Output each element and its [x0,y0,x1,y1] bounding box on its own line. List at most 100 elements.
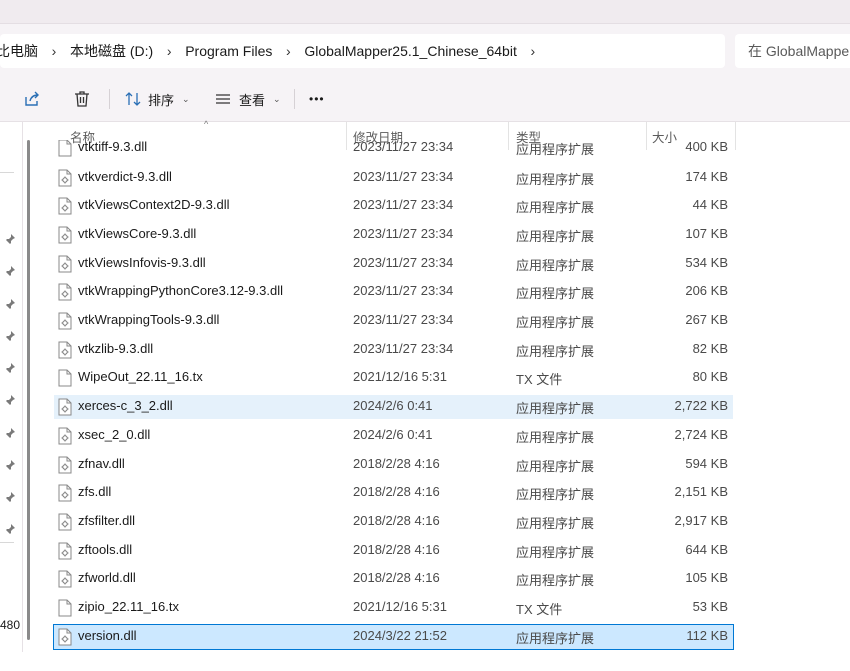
breadcrumb-program-files[interactable]: Program Files [185,43,272,59]
table-row[interactable]: vtkViewsCore-9.3.dll 2023/11/27 23:34 应用程序… [54,223,733,247]
file-date: 2024/3/22 21:52 [353,627,447,643]
file-type: 应用程序扩展 [516,257,595,273]
file-name: zfsfilter.dll [78,512,136,528]
dll-file-icon [58,312,72,330]
table-row[interactable]: zftools.dll 2018/2/28 4:16 应用程序扩展 644 KB [54,539,733,563]
table-row[interactable]: xsec_2_0.dll 2024/2/6 0:41 应用程序扩展 2,724 KB [54,424,733,448]
file-type: 应用程序扩展 [516,401,595,417]
file-type: 应用程序扩展 [516,515,595,531]
file-type: 应用程序扩展 [516,315,595,330]
file-date: 2023/11/27 23:34 [353,225,454,241]
sort-icon [125,92,141,106]
file-name: vtkViewsCore-9.3.dll [78,225,197,241]
breadcrumb[interactable]: 比电脑 › 本地磁盘 (D:) › Program Files › Global… [0,34,725,68]
file-date: 2023/11/27 23:34 [353,197,454,213]
file-type: 应用程序扩展 [516,343,595,359]
file-type: 应用程序扩展 [516,171,595,187]
view-label: 查看 [239,92,266,108]
dll-file-icon [58,628,72,646]
chevron-right-icon: › [166,43,172,59]
file-list: vtktiff-9.3.dll 2023/11/27 23:34 应用程序扩展 … [0,140,850,655]
file-name: zfnav.dll [78,455,125,471]
trash-icon [75,91,89,107]
breadcrumb-this-pc[interactable]: 比电脑 [0,41,38,61]
file-date: 2018/2/28 4:16 [353,512,440,528]
file-size: 80 KB [692,369,728,385]
table-row[interactable]: zipio_22.11_16.tx 2021/12/16 5:31 TX 文件 53 … [54,596,733,620]
table-row[interactable]: vtkWrappingTools-9.3.dll 2023/11/27 23:34… [54,309,733,333]
breadcrumb-globalmapper[interactable]: GlobalMapper25.1_Chinese_64bit [304,43,516,59]
dll-file-icon [58,283,72,301]
command-bar: 排序 ⌄ 查看 ⌄ ••• [0,76,850,122]
share-button[interactable] [22,84,42,114]
file-name: zfworld.dll [78,570,136,586]
table-row[interactable]: zfs.dll 2018/2/28 4:16 应用程序扩展 2,151 KB [54,481,733,505]
dll-file-icon [58,398,72,416]
dll-file-icon [58,169,72,186]
file-date: 2024/2/6 0:41 [353,398,433,414]
view-button[interactable]: 查看 ⌄ [214,84,281,114]
file-date: 2021/12/16 5:31 [353,369,447,385]
table-row[interactable]: zfworld.dll 2018/2/28 4:16 应用程序扩展 105 KB [54,567,733,591]
dll-file-icon [58,197,72,215]
sort-button[interactable]: 排序 ⌄ [124,84,190,114]
file-type: 应用程序扩展 [516,573,595,589]
file-date: 2023/11/27 23:34 [353,140,454,154]
file-name: vtkverdict-9.3.dll [78,168,172,184]
table-row[interactable]: zfsfilter.dll 2018/2/28 4:16 应用程序扩展 2,917 K… [54,510,733,534]
table-row[interactable]: WipeOut_22.11_16.tx 2021/12/16 5:31 TX 文件 8… [54,366,733,390]
dll-file-icon [58,542,72,560]
table-row[interactable]: zfnav.dll 2018/2/28 4:16 应用程序扩展 594 KB [54,453,733,477]
dll-file-icon [58,341,72,359]
file-size: 267 KB [685,312,728,327]
table-row[interactable]: version.dll 2024/3/22 21:52 应用程序扩展 112 KB [53,623,734,650]
file-size: 53 KB [692,599,728,614]
chevron-down-icon: ⌄ [273,93,281,104]
file-type: 应用程序扩展 [516,630,595,646]
file-size: 644 KB [685,541,728,557]
file-date: 2018/2/28 4:16 [353,484,440,500]
table-row[interactable]: xerces-c_3_2.dll 2024/2/6 0:41 应用程序扩展 2,722… [54,395,733,420]
file-date: 2018/2/28 4:16 [353,455,440,471]
toolbar-divider [294,89,295,109]
table-row[interactable]: vtkzlib-9.3.dll 2023/11/27 23:34 应用程序扩展 82 … [54,338,733,362]
file-size: 2,917 KB [674,512,729,528]
sort-ascending-icon: ^ [204,119,209,129]
file-name: vtkzlib-9.3.dll [78,340,154,356]
file-date: 2023/11/27 23:34 [353,283,454,299]
toolbar-divider [109,89,110,109]
file-name: xerces-c_3_2.dll [78,398,173,414]
file-size: 534 KB [685,254,728,270]
table-row[interactable]: vtkverdict-9.3.dll 2023/11/27 23:34 应用程序扩展… [54,166,733,190]
file-name: vtkWrappingTools-9.3.dll [78,312,220,327]
table-row[interactable]: vtkWrappingPythonCore3.12-9.3.dll 2023/11… [54,280,733,304]
dll-file-icon [58,484,72,502]
dll-file-icon [58,570,72,588]
search-input[interactable]: 在 GlobalMapper [735,34,850,68]
dll-file-icon [58,226,72,244]
file-name: zfs.dll [78,484,112,500]
file-type: 应用程序扩展 [516,142,595,157]
file-date: 2018/2/28 4:16 [353,541,440,557]
dll-file-icon [58,513,72,531]
dll-file-icon [58,427,72,445]
file-type: 应用程序扩展 [516,228,595,244]
chevron-right-icon[interactable]: › [517,43,549,59]
file-date: 2023/11/27 23:34 [353,254,454,270]
table-row[interactable]: vtkViewsInfovis-9.3.dll 2023/11/27 23:34 应… [54,252,733,276]
file-type: 应用程序扩展 [516,200,595,216]
table-row[interactable]: vtkViewsContext2D-9.3.dll 2023/11/27 23:3… [54,194,733,218]
view-list-icon [216,94,230,104]
file-icon [58,599,72,617]
file-name: version.dll [78,627,137,643]
file-size: 44 KB [692,197,728,213]
file-name: WipeOut_22.11_16.tx [78,369,203,385]
more-options-button[interactable]: ••• [309,84,325,114]
table-row[interactable]: vtktiff-9.3.dll 2023/11/27 23:34 应用程序扩展 … [54,140,733,160]
file-type: 应用程序扩展 [516,429,595,445]
delete-button[interactable] [72,84,92,114]
file-size: 594 KB [685,455,728,471]
sort-label: 排序 [148,92,175,108]
breadcrumb-local-disk[interactable]: 本地磁盘 (D:) [70,41,153,61]
file-name: vtkViewsInfovis-9.3.dll [78,254,206,270]
